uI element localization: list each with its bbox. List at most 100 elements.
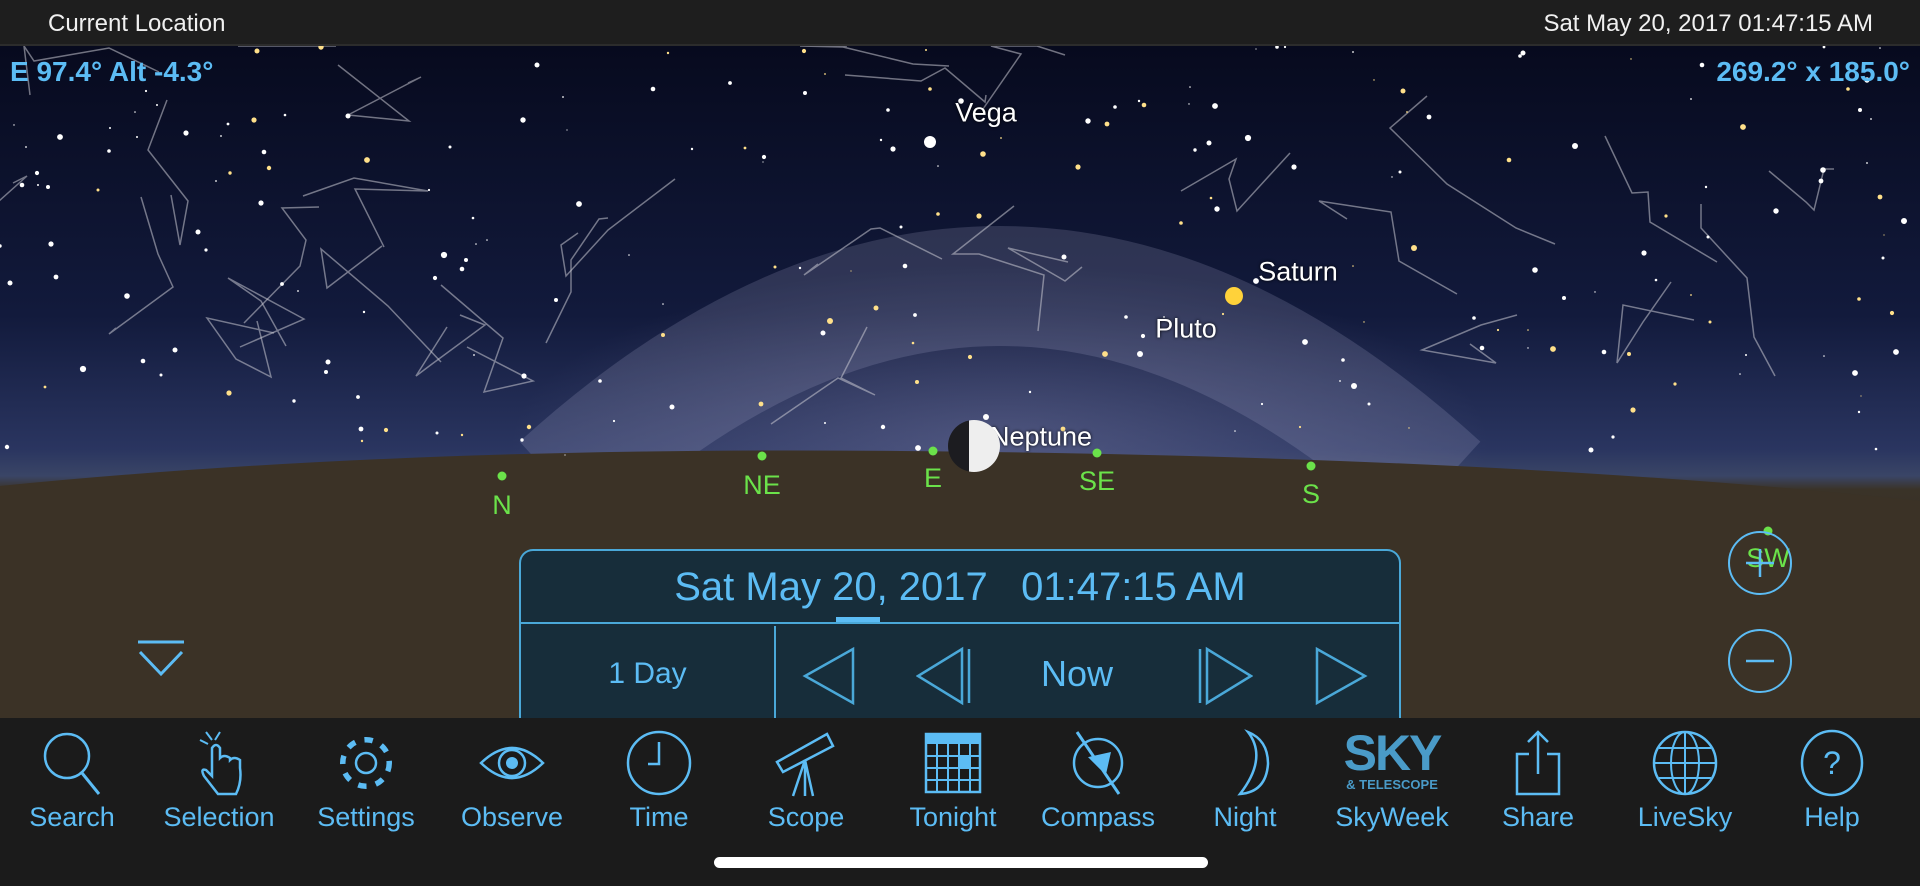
star: [803, 91, 807, 95]
star: [4, 444, 10, 450]
constellation-line: [319, 245, 442, 363]
star: [109, 127, 111, 129]
toolbar-tonight[interactable]: Tonight: [883, 728, 1023, 833]
star: [566, 129, 568, 131]
star: [156, 104, 158, 106]
star: [773, 265, 777, 269]
star: [976, 213, 982, 219]
star: [1704, 185, 1708, 189]
star: [0, 244, 2, 248]
star: [1472, 316, 1476, 320]
field-of-view: 269.2° x 185.0°: [1716, 56, 1910, 87]
star: [25, 146, 27, 148]
star: [7, 280, 13, 286]
star: [902, 263, 908, 269]
star: [360, 439, 364, 443]
star: [661, 333, 665, 337]
star: [460, 433, 464, 437]
star: [1527, 329, 1529, 331]
label-saturn[interactable]: Saturn: [1258, 257, 1338, 288]
step-backward-icon[interactable]: [916, 646, 976, 706]
constellation-line: [1318, 200, 1458, 295]
star: [880, 424, 886, 430]
star: [1893, 349, 1899, 355]
star: [1870, 118, 1872, 120]
star: [967, 354, 973, 360]
constellation-line: [243, 206, 320, 324]
star: [358, 426, 364, 432]
star: [526, 424, 532, 430]
play-forward-icon[interactable]: [1311, 646, 1371, 706]
constellation-line: [337, 64, 422, 122]
star: [1739, 373, 1741, 375]
step-forward-icon[interactable]: [1193, 646, 1253, 706]
star: [1221, 312, 1225, 316]
star: [820, 330, 826, 336]
toolbar-help[interactable]: ? Help: [1762, 728, 1902, 833]
moon[interactable]: [948, 420, 1000, 472]
star: [1866, 162, 1868, 164]
star: [666, 51, 670, 55]
toolbar-observe[interactable]: Observe: [442, 728, 582, 833]
star: [1140, 333, 1146, 339]
compass-e: E: [923, 463, 943, 493]
step-size-button[interactable]: 1 Day: [521, 626, 776, 721]
star: [520, 438, 524, 442]
constellation-line: [560, 178, 676, 278]
toolbar-night[interactable]: Night: [1175, 728, 1315, 833]
star: [1137, 99, 1141, 103]
star: [1373, 79, 1375, 81]
star: [251, 117, 257, 123]
constellation-line: [147, 99, 189, 246]
zoom-out-button[interactable]: [1728, 629, 1792, 693]
constellation-line: [545, 217, 609, 344]
toolbar-settings[interactable]: Settings: [296, 728, 436, 833]
star: [440, 251, 448, 259]
label-pluto[interactable]: Pluto: [1155, 314, 1217, 345]
constellation-line: [1180, 152, 1291, 213]
star: [473, 354, 475, 356]
toolbar-compass[interactable]: Compass: [1028, 728, 1168, 833]
toolbar-skyweek[interactable]: SKY & TELESCOPE SkyWeek: [1322, 728, 1462, 833]
time-panel-datetime[interactable]: Sat May 20, 2017 01:47:15 AM: [521, 551, 1399, 624]
star: [1857, 297, 1861, 301]
toolbar-scope[interactable]: Scope: [736, 728, 876, 833]
play-backward-icon[interactable]: [801, 646, 861, 706]
star: [1352, 265, 1354, 267]
star: [1193, 148, 1197, 152]
star: [1212, 103, 1218, 109]
toolbar-livesky[interactable]: LiveSky: [1615, 728, 1755, 833]
star: [1706, 235, 1710, 239]
star: [628, 254, 630, 256]
star: [913, 313, 917, 317]
home-indicator[interactable]: [714, 857, 1208, 868]
label-neptune[interactable]: Neptune: [990, 422, 1092, 453]
star: [1363, 321, 1365, 323]
star: [261, 149, 267, 155]
star: [53, 274, 59, 280]
location-label[interactable]: Current Location: [48, 10, 225, 38]
toolbar-selection[interactable]: Selection: [149, 728, 289, 833]
zoom-in-button[interactable]: [1728, 531, 1792, 595]
label-vega[interactable]: Vega: [955, 98, 1017, 129]
collapse-chevron-icon[interactable]: [136, 640, 186, 680]
toolbar-search[interactable]: Search: [2, 728, 142, 833]
star: [140, 358, 146, 364]
star: [1550, 346, 1556, 352]
toolbar-time[interactable]: Time: [589, 728, 729, 833]
star: [1664, 214, 1668, 218]
star: [459, 266, 465, 272]
star: [1398, 170, 1402, 174]
star: [562, 96, 564, 98]
star: [1745, 354, 1747, 356]
star: [1260, 402, 1264, 406]
star: [743, 146, 747, 150]
star: [937, 165, 939, 167]
compass-dot: [757, 451, 767, 461]
constellation-line: [799, 46, 950, 67]
toolbar-share[interactable]: Share: [1468, 728, 1608, 833]
star: [183, 130, 189, 136]
star: [448, 145, 452, 149]
star: [980, 151, 986, 157]
now-button[interactable]: Now: [1041, 626, 1113, 721]
